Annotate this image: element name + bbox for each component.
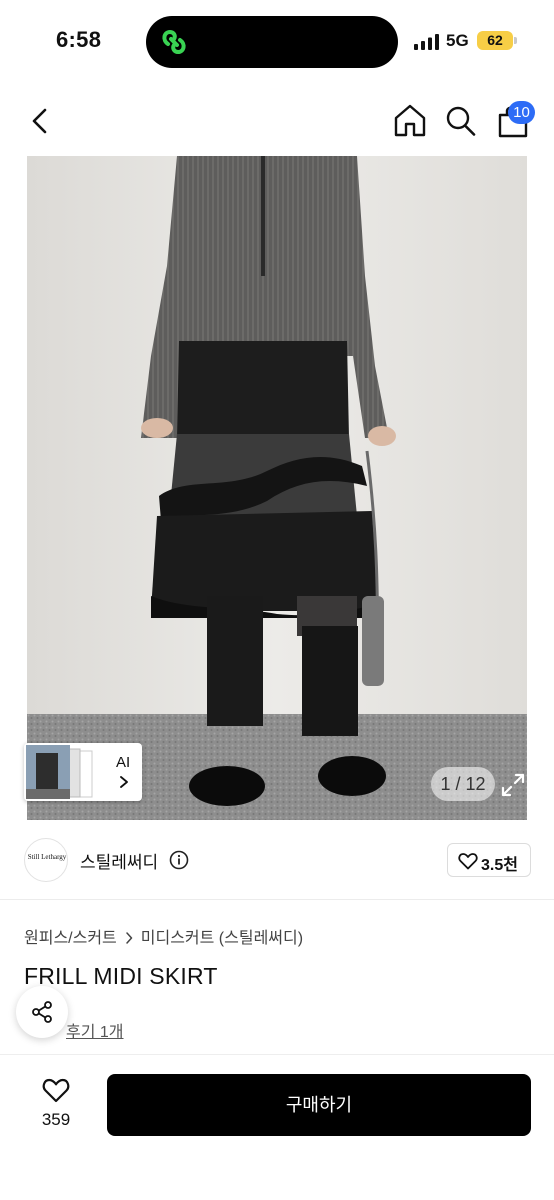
share-icon <box>32 1001 52 1023</box>
seller-avatar[interactable]: Still Lethargy <box>24 838 68 882</box>
status-bar: 6:58 5G 62 <box>0 0 554 84</box>
ai-thumbnail-stack <box>26 745 93 799</box>
home-button[interactable] <box>392 102 428 140</box>
seller-row[interactable]: Still Lethargy 스틸레써디 3.5천 <box>0 820 554 900</box>
breadcrumb-item-subcategory[interactable]: 미디스커트 (스틸레써디) <box>141 930 303 947</box>
ai-label: AI <box>116 754 131 771</box>
breadcrumb-item-category[interactable]: 원피스/스커트 <box>24 930 117 947</box>
seller-follow-button[interactable]: 3.5천 <box>447 843 531 877</box>
status-time: 6:58 <box>56 27 102 52</box>
battery-tip <box>514 37 517 44</box>
image-page-counter: 1 / 12 <box>431 767 495 801</box>
wishlist-count: 359 <box>41 1110 71 1129</box>
heart-icon <box>42 1078 70 1103</box>
wishlist-button[interactable]: 359 <box>30 1075 82 1135</box>
product-photo-illustration <box>27 156 527 820</box>
network-type: 5G <box>446 31 469 50</box>
back-button[interactable] <box>24 102 58 140</box>
share-button[interactable] <box>16 986 68 1038</box>
ai-style-button[interactable]: AI <box>24 743 142 801</box>
dynamic-island <box>146 16 398 68</box>
cart-count-badge: 10 <box>508 101 535 124</box>
info-icon[interactable] <box>169 850 189 870</box>
buy-button[interactable]: 구매하기 <box>107 1074 531 1136</box>
link-app-icon <box>162 29 186 55</box>
chevron-right-icon <box>126 932 133 944</box>
seller-logo-text: Still Lethargy <box>27 853 67 861</box>
seller-like-count: 3.5천 <box>481 857 518 874</box>
chevron-right-icon <box>120 776 128 788</box>
heart-icon <box>458 853 478 870</box>
expand-icon[interactable] <box>497 769 529 801</box>
product-title: FRILL MIDI SKIRT <box>24 963 218 989</box>
review-link[interactable]: 후기 1개 <box>66 1018 124 1042</box>
bottom-action-bar: 359 구매하기 <box>0 1054 554 1200</box>
product-image[interactable] <box>27 156 527 820</box>
top-nav-bar <box>0 84 554 156</box>
battery-level: 62 <box>477 31 513 50</box>
seller-name[interactable]: 스틸레써디 <box>80 848 158 873</box>
category-breadcrumb: 원피스/스커트 미디스커트 (스틸레써디) <box>24 924 303 948</box>
signal-icon <box>414 34 439 50</box>
search-button[interactable] <box>443 102 479 140</box>
